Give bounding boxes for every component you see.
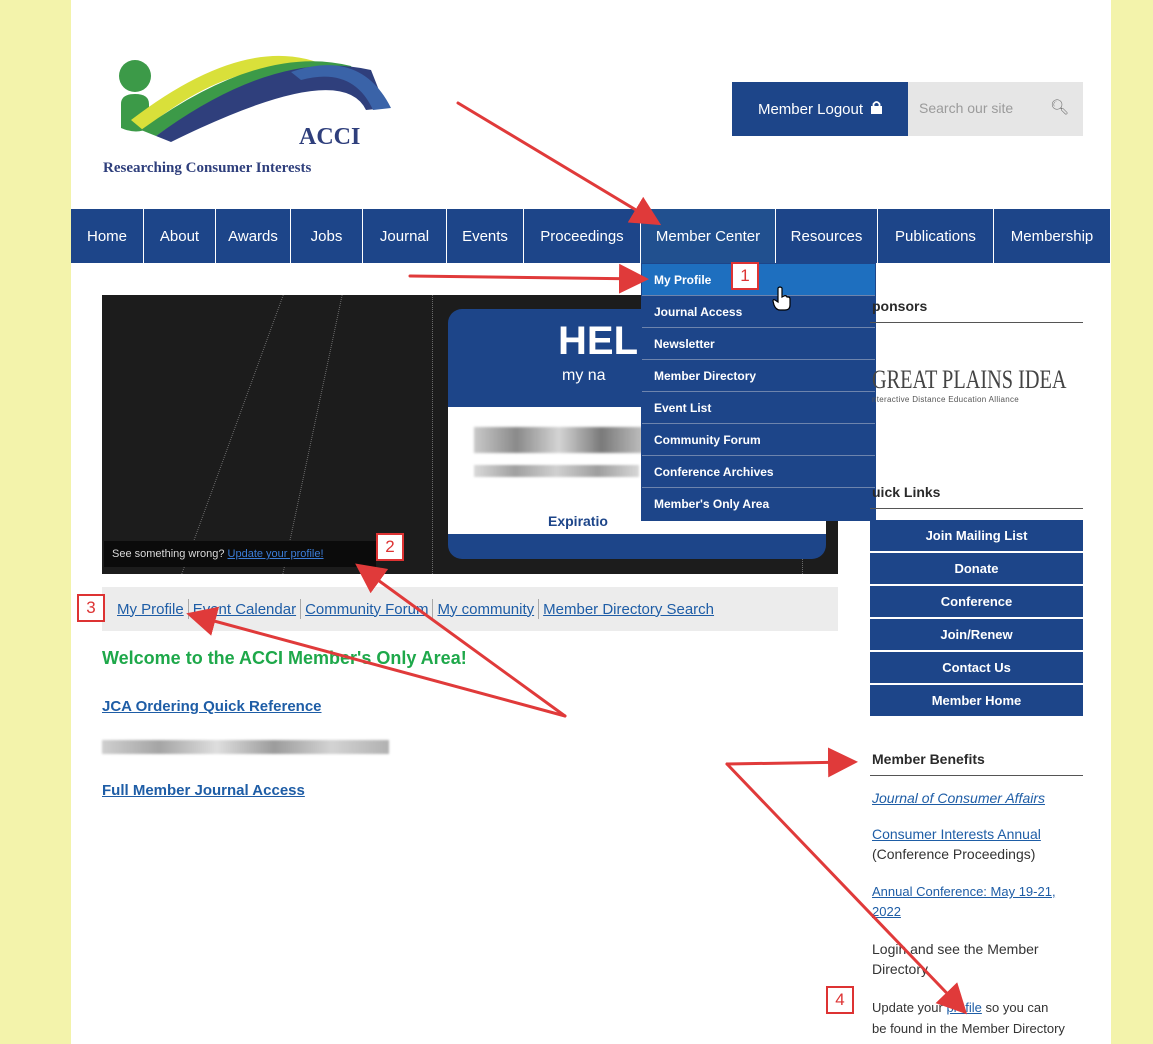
blurred-text — [102, 740, 389, 754]
nav-publications[interactable]: Publications — [878, 209, 994, 263]
contact-us-button[interactable]: Contact Us — [870, 652, 1083, 683]
nav-proceedings[interactable]: Proceedings — [524, 209, 641, 263]
sponsors-heading: ponsors — [872, 298, 928, 314]
great-plains-idea-logo[interactable]: GREAT PLAINS IDEA nteractive Distance Ed… — [872, 365, 1087, 404]
member-benefits-heading: Member Benefits — [872, 751, 985, 767]
member-logout-button[interactable]: Member Logout — [732, 82, 908, 136]
subnav-member-directory-search[interactable]: Member Directory Search — [539, 601, 718, 618]
quick-links-heading: uick Links — [872, 484, 941, 500]
join-mailing-list-button[interactable]: Join Mailing List — [870, 520, 1083, 551]
logout-label: Member Logout — [757, 100, 864, 118]
join-renew-button[interactable]: Join/Renew — [870, 619, 1083, 650]
journal-consumer-affairs-link[interactable]: Journal of Consumer Affairs — [872, 790, 1045, 806]
search-placeholder: Search our site — [919, 100, 1014, 116]
consumer-interests-annual-link[interactable]: Consumer Interests Annual — [872, 826, 1041, 842]
dropdown-conference-archives[interactable]: Conference Archives — [642, 456, 875, 488]
subnav-my-profile[interactable]: My Profile — [113, 601, 188, 618]
blurred-member-name — [474, 427, 644, 453]
page: ACCI Researching Consumer Interests Memb… — [71, 0, 1111, 1044]
subnav-my-community[interactable]: My community — [433, 601, 538, 618]
callout-badge-2: 2 — [376, 533, 404, 561]
update-post: so you can — [985, 1000, 1049, 1015]
dropdown-members-only-area[interactable]: Member's Only Area — [642, 488, 875, 520]
search-icon[interactable]: 🔍︎ — [1050, 98, 1069, 116]
dropdown-community-forum[interactable]: Community Forum — [642, 424, 875, 456]
notice-text: See something wrong? — [112, 548, 225, 560]
member-center-dropdown: My Profile Journal Access Newsletter Mem… — [641, 263, 876, 521]
tag-my-name: my na — [562, 367, 606, 384]
dropdown-journal-access[interactable]: Journal Access — [642, 296, 875, 328]
nav-awards[interactable]: Awards — [216, 209, 291, 263]
login-directory-text-2: Directory — [872, 961, 929, 977]
tag-hello: HEL — [558, 319, 638, 363]
update-profile-text-2: be found in the Member Directory — [872, 1021, 1065, 1036]
callout-badge-4: 4 — [826, 986, 854, 1014]
welcome-heading: Welcome to the ACCI Member's Only Area! — [102, 648, 467, 668]
annual-conference-link-line2[interactable]: 2022 — [872, 904, 901, 919]
logo-tagline: Researching Consumer Interests — [103, 160, 312, 176]
member-home-button[interactable]: Member Home — [870, 685, 1083, 716]
update-profile-text: Update your profile so you can — [872, 1000, 1048, 1015]
banner-stripe — [282, 295, 344, 574]
nav-home[interactable]: Home — [71, 209, 144, 263]
nav-jobs[interactable]: Jobs — [291, 209, 363, 263]
callout-badge-1: 1 — [731, 262, 759, 290]
dropdown-newsletter[interactable]: Newsletter — [642, 328, 875, 360]
nav-events[interactable]: Events — [447, 209, 524, 263]
subnav-event-calendar[interactable]: Event Calendar — [189, 601, 300, 618]
blurred-member-id — [474, 465, 639, 477]
sidebar-profile-link[interactable]: profile — [946, 1000, 981, 1015]
nav-journal[interactable]: Journal — [363, 209, 447, 263]
subnav-community-forum[interactable]: Community Forum — [301, 601, 432, 618]
main-nav: Home About Awards Jobs Journal Events Pr… — [71, 209, 1111, 263]
sponsors-divider — [870, 322, 1083, 323]
update-profile-notice: See something wrong? Update your profile… — [104, 541, 376, 567]
search-input[interactable]: Search our site 🔍︎ — [908, 82, 1083, 136]
donate-button[interactable]: Donate — [870, 553, 1083, 584]
dropdown-member-directory[interactable]: Member Directory — [642, 360, 875, 392]
cia-note: (Conference Proceedings) — [872, 846, 1036, 862]
banner-stripe — [432, 295, 434, 574]
annual-conference-link-line1[interactable]: Annual Conference: May 19-21, — [872, 884, 1056, 899]
member-subnav: My Profile Event Calendar Community Foru… — [102, 587, 838, 631]
update-profile-link[interactable]: Update your profile! — [228, 548, 324, 560]
login-directory-text-1: Login and see the Member — [872, 941, 1039, 957]
logo-abbrev: ACCI — [299, 124, 361, 150]
sponsor-logo-name: GREAT PLAINS IDEA — [872, 365, 1067, 394]
hand-cursor-icon — [772, 286, 792, 317]
lock-icon — [871, 100, 883, 118]
nav-about[interactable]: About — [144, 209, 216, 263]
update-pre: Update your — [872, 1000, 943, 1015]
banner-stripe — [181, 295, 285, 574]
benefits-divider — [870, 775, 1083, 776]
jca-quick-reference-link[interactable]: JCA Ordering Quick Reference — [102, 698, 322, 715]
quick-links-divider — [870, 508, 1083, 509]
tag-expiration: Expiratio — [548, 513, 608, 529]
full-journal-access-link[interactable]: Full Member Journal Access — [102, 782, 305, 799]
sponsor-logo-sub: nteractive Distance Education Alliance — [872, 395, 1020, 404]
callout-badge-3: 3 — [77, 594, 105, 622]
nav-member-center[interactable]: Member Center — [641, 209, 776, 263]
dropdown-event-list[interactable]: Event List — [642, 392, 875, 424]
acci-logo[interactable]: ACCI Researching Consumer Interests — [101, 38, 391, 186]
nav-membership[interactable]: Membership — [994, 209, 1111, 263]
conference-button[interactable]: Conference — [870, 586, 1083, 617]
nav-resources[interactable]: Resources — [776, 209, 878, 263]
